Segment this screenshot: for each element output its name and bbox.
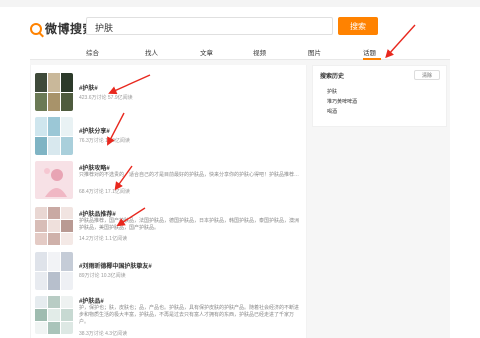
- topic-title[interactable]: #刘雨昕德椰中国护肤挚友#: [79, 261, 152, 270]
- topic-title[interactable]: #护肤品#: [79, 296, 104, 305]
- topic-thumbnail[interactable]: [35, 73, 73, 111]
- browser-top-strip: [0, 0, 480, 7]
- search-tabs: 综合 找人 文章 视频 图片 话题: [30, 44, 450, 60]
- list-item[interactable]: #护肤分享# 76.3万讨论 12.9亿阅读: [35, 117, 303, 155]
- topic-title[interactable]: #护肤#: [79, 83, 98, 92]
- search-button[interactable]: 搜索: [338, 17, 378, 35]
- topic-thumbnail[interactable]: [35, 117, 73, 155]
- topic-description: 护，保护也；肤，皮肤也；品，产品也。护肤品，具有保护皮肤的护肤产品。随着社会经济…: [79, 305, 300, 325]
- tab-videos[interactable]: 视频: [253, 47, 266, 57]
- search-logo-icon: [30, 22, 42, 35]
- list-item[interactable]: #护肤品# 护，保护也；肤，皮肤也；品，产品也。护肤品，具有保护皮肤的护肤产品。…: [35, 296, 303, 337]
- history-item[interactable]: 喝酒: [327, 108, 337, 115]
- tab-comprehensive[interactable]: 综合: [86, 47, 99, 57]
- topic-thumbnail[interactable]: [35, 252, 73, 290]
- search-history-panel: 搜索历史 清除 护肤 堆巧黄啤啤酒 喝酒: [312, 65, 447, 127]
- topic-thumbnail[interactable]: [35, 161, 73, 199]
- list-item[interactable]: #护肤# 423.6万讨论 57.9亿阅读: [35, 73, 303, 111]
- list-item[interactable]: #护肤品推荐# 护肤品推荐，国产护肤品，法国护肤品，德国护肤品，日本护肤品，韩国…: [35, 207, 303, 245]
- search-input[interactable]: 护肤: [86, 17, 333, 35]
- search-history-title: 搜索历史: [320, 74, 345, 80]
- tab-people[interactable]: 找人: [145, 47, 158, 57]
- topic-stats: 89万讨论 10.3亿阅读: [79, 273, 126, 279]
- history-item[interactable]: 护肤: [327, 88, 337, 95]
- list-item[interactable]: #护肤攻略# 只推荐对的不选贵的，适合自己的才是目前最好的护肤品，快来分享你的护…: [35, 161, 303, 199]
- tab-articles[interactable]: 文章: [200, 47, 213, 57]
- topic-stats: 76.3万讨论 12.9亿阅读: [79, 138, 130, 144]
- topic-title[interactable]: #护肤分享#: [79, 126, 110, 135]
- topic-thumbnail[interactable]: [35, 296, 73, 334]
- topic-results-list: #护肤# 423.6万讨论 57.9亿阅读 #护肤分享# 76.3万讨论 12.…: [30, 65, 307, 338]
- topic-stats: 38.3万讨论 4.3亿阅读: [79, 331, 128, 337]
- topic-title[interactable]: #护肤攻略#: [79, 163, 110, 172]
- history-item[interactable]: 堆巧黄啤啤酒: [327, 98, 357, 105]
- topic-stats: 423.6万讨论 57.9亿阅读: [79, 95, 133, 101]
- topic-stats: 68.4万讨论 17.1亿阅读: [79, 189, 130, 195]
- topic-thumbnail[interactable]: [35, 207, 73, 245]
- list-item[interactable]: #刘雨昕德椰中国护肤挚友# 89万讨论 10.3亿阅读: [35, 252, 303, 290]
- topic-stats: 14.2万讨论 1.1亿阅读: [79, 236, 128, 242]
- search-input-value: 护肤: [95, 23, 114, 33]
- topic-description: 护肤品推荐，国产护肤品，法国护肤品，德国护肤品，日本护肤品，韩国护肤品，泰国护肤…: [79, 218, 300, 231]
- active-tab-indicator: [363, 58, 381, 60]
- topic-title[interactable]: #护肤品推荐#: [79, 209, 116, 218]
- tab-topics[interactable]: 话题: [363, 47, 376, 57]
- topic-description: 只推荐对的不选贵的，适合自己的才是目前最好的护肤品，快来分享你的护肤心得吧！护肤…: [79, 172, 300, 178]
- clear-history-button[interactable]: 清除: [414, 70, 440, 80]
- tab-images[interactable]: 图片: [308, 47, 321, 57]
